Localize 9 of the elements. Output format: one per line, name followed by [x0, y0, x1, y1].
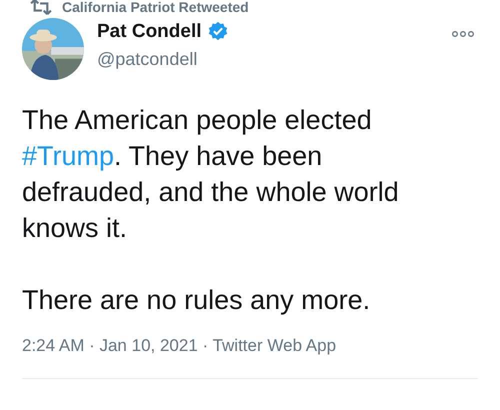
tweet-timestamp: 2:24 AM · Jan 10, 2021 · Twitter Web App: [22, 336, 338, 356]
tweet-text: There are no rules any more.: [22, 284, 372, 317]
retweet-icon: [30, 0, 52, 16]
hashtag-link[interactable]: #Trump: [22, 141, 114, 171]
author-handle[interactable]: @patcondell: [97, 49, 452, 70]
author-name[interactable]: Pat Condell: [97, 21, 202, 43]
tweet-text: The American people elected #Trump. They have been defrauded, and the whole world knows it.: [22, 104, 400, 245]
more-icon[interactable]: [452, 30, 474, 38]
retweet-context[interactable]: California Patriot Retweeted: [62, 0, 249, 14]
